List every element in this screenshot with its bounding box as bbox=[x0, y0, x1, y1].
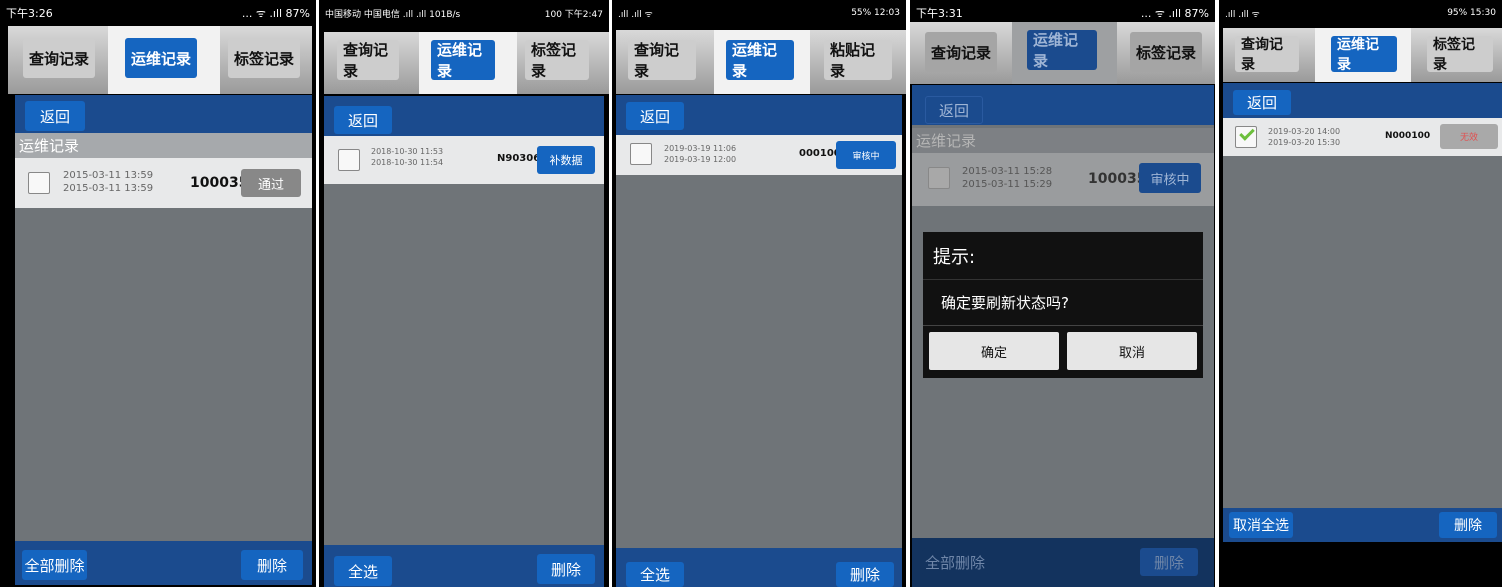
check-icon bbox=[1239, 125, 1255, 141]
delete-all-button[interactable]: 全部删除 bbox=[922, 548, 988, 576]
record-code: 100035 bbox=[1088, 171, 1147, 187]
status-button[interactable]: 通过 bbox=[241, 169, 301, 197]
tab-label-records[interactable]: 标签记录 bbox=[228, 38, 300, 78]
status-bar: .ıll .ıll ᯤ 95% 15:30 bbox=[1219, 0, 1502, 26]
row-checkbox[interactable] bbox=[28, 172, 50, 194]
status-time: 55% 12:03 bbox=[851, 8, 900, 18]
status-indicators-left: .ıll .ıll ᯤ bbox=[1225, 9, 1260, 20]
status-indicators-left: .ıll .ıll ᯤ bbox=[618, 9, 653, 20]
record-code: 000100 bbox=[799, 148, 841, 159]
status-button[interactable]: 审核中 bbox=[1139, 163, 1201, 193]
tab-maintenance-records[interactable]: 运维记录 bbox=[431, 40, 495, 80]
delete-button[interactable]: 删除 bbox=[1439, 512, 1497, 538]
delete-button[interactable]: 删除 bbox=[836, 562, 894, 587]
tab-maintenance-records[interactable]: 运维记录 bbox=[125, 38, 197, 78]
tab-label-records[interactable]: 标签记录 bbox=[1130, 32, 1202, 72]
tab-label-records[interactable]: 标签记录 bbox=[1427, 36, 1493, 73]
record-row[interactable]: 2019-03-19 11:06 2019-03-19 12:00 000100 … bbox=[616, 135, 902, 175]
tab-query-records[interactable]: 查询记录 bbox=[1235, 36, 1299, 73]
delete-button[interactable]: 删除 bbox=[1140, 548, 1198, 576]
tab-query-records[interactable]: 查询记录 bbox=[337, 40, 399, 80]
nav-area bbox=[1219, 542, 1502, 587]
tab-query-records[interactable]: 查询记录 bbox=[23, 38, 95, 78]
record-dates: 2019-03-20 14:00 2019-03-20 15:30 bbox=[1268, 127, 1341, 147]
record-dates: 2015-03-11 15:28 2015-03-11 15:29 bbox=[962, 166, 1053, 190]
phone-screen-4: 下午3:31 ... ᯤ .ıll 87% 查询记录 运维记录 标签记录 返回 … bbox=[910, 0, 1215, 587]
status-indicators-left: 中国移动 中国电信 .ıll .ıll 101B/s bbox=[325, 9, 461, 20]
delete-button[interactable]: 删除 bbox=[241, 550, 303, 580]
record-dates: 2018-10-30 11:53 2018-10-30 11:54 bbox=[371, 147, 444, 167]
back-button[interactable]: 返回 bbox=[334, 106, 392, 134]
record-code: N000100 bbox=[1385, 131, 1431, 141]
back-button[interactable]: 返回 bbox=[626, 102, 684, 130]
tab-maintenance-records[interactable]: 运维记录 bbox=[1027, 30, 1097, 70]
status-button[interactable]: 审核中 bbox=[836, 141, 896, 169]
confirm-dialog: 提示: 确定要刷新状态吗? 确定 取消 bbox=[923, 232, 1203, 378]
status-button[interactable]: 无效 bbox=[1440, 124, 1498, 149]
section-header: 运维记录 bbox=[912, 128, 1214, 153]
phone-screen-3: .ıll .ıll ᯤ 55% 12:03 查询记录 运维记录 粘贴记录 返回 … bbox=[612, 0, 906, 587]
back-button[interactable]: 返回 bbox=[25, 101, 85, 131]
record-row[interactable]: 2018-10-30 11:53 2018-10-30 11:54 N903069… bbox=[324, 136, 604, 184]
record-row[interactable]: 2015-03-11 15:28 2015-03-11 15:29 100035 … bbox=[912, 153, 1214, 206]
status-bar: .ıll .ıll ᯤ 55% 12:03 bbox=[612, 0, 906, 26]
record-code: 100035 bbox=[190, 175, 249, 191]
delete-button[interactable]: 删除 bbox=[537, 554, 595, 584]
dialog-title: 提示: bbox=[923, 232, 1203, 280]
status-time: 下午3:31 bbox=[916, 7, 963, 20]
row-checkbox-checked[interactable] bbox=[1235, 125, 1257, 148]
phone-screen-2: 中国移动 中国电信 .ıll .ıll 101B/s 100 下午2:47 查询… bbox=[319, 0, 609, 587]
tab-maintenance-records[interactable]: 运维记录 bbox=[726, 40, 794, 80]
dialog-message: 确定要刷新状态吗? bbox=[923, 280, 1203, 326]
status-bar: 下午3:26 ... ᯤ .ıll 87% bbox=[0, 0, 316, 26]
record-row[interactable]: 2015-03-11 13:59 2015-03-11 13:59 100035 … bbox=[15, 158, 312, 208]
section-header: 运维记录 bbox=[15, 133, 312, 158]
record-dates: 2015-03-11 13:59 2015-03-11 13:59 bbox=[63, 170, 154, 194]
status-time: 下午3:26 bbox=[6, 7, 53, 20]
status-indicators: ... ᯤ .ıll 87% bbox=[1140, 6, 1209, 20]
select-all-button[interactable]: 全选 bbox=[626, 562, 684, 587]
tab-query-records[interactable]: 查询记录 bbox=[925, 32, 997, 72]
deselect-all-button[interactable]: 取消全选 bbox=[1229, 512, 1293, 538]
record-dates: 2019-03-19 11:06 2019-03-19 12:00 bbox=[664, 144, 737, 164]
row-checkbox[interactable] bbox=[630, 143, 652, 165]
phone-screen-5: .ıll .ıll ᯤ 95% 15:30 查询记录 运维记录 标签记录 返回 … bbox=[1219, 0, 1502, 587]
select-all-button[interactable]: 全选 bbox=[334, 556, 392, 586]
record-row[interactable]: 2019-03-20 14:00 2019-03-20 15:30 N000100… bbox=[1223, 118, 1502, 156]
row-checkbox[interactable] bbox=[338, 149, 360, 171]
status-button[interactable]: 补数据 bbox=[537, 146, 595, 174]
status-bar: 中国移动 中国电信 .ıll .ıll 101B/s 100 下午2:47 bbox=[319, 0, 609, 26]
confirm-button[interactable]: 确定 bbox=[929, 332, 1059, 370]
status-indicators: ... ᯤ .ıll 87% bbox=[241, 6, 310, 20]
back-button[interactable]: 返回 bbox=[1233, 90, 1291, 115]
cancel-button[interactable]: 取消 bbox=[1067, 332, 1197, 370]
row-checkbox[interactable] bbox=[928, 167, 950, 189]
status-time: 95% 15:30 bbox=[1447, 8, 1496, 18]
status-time: 100 下午2:47 bbox=[544, 9, 603, 20]
tab-label-records[interactable]: 标签记录 bbox=[525, 40, 589, 80]
tab-maintenance-records[interactable]: 运维记录 bbox=[1331, 36, 1397, 73]
phone-screen-1: 下午3:26 ... ᯤ .ıll 87% 查询记录 运维记录 标签记录 返回 … bbox=[0, 0, 316, 587]
tab-query-records[interactable]: 查询记录 bbox=[628, 40, 696, 80]
tab-paste-records[interactable]: 粘贴记录 bbox=[824, 40, 892, 80]
back-button[interactable]: 返回 bbox=[925, 96, 983, 124]
delete-all-button[interactable]: 全部删除 bbox=[22, 550, 87, 580]
